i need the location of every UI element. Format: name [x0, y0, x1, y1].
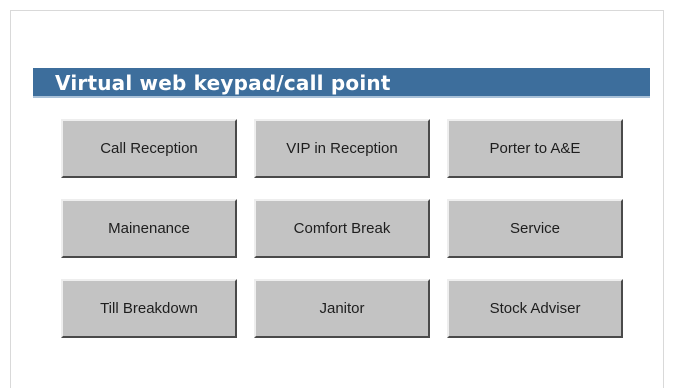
vip-in-reception-button[interactable]: VIP in Reception — [254, 119, 430, 178]
page-title: Virtual web keypad/call point — [55, 71, 391, 95]
till-breakdown-button[interactable]: Till Breakdown — [61, 279, 237, 338]
maintenance-button[interactable]: Mainenance — [61, 199, 237, 258]
janitor-button[interactable]: Janitor — [254, 279, 430, 338]
call-reception-button[interactable]: Call Reception — [61, 119, 237, 178]
title-bar: Virtual web keypad/call point — [33, 68, 650, 98]
stock-adviser-button[interactable]: Stock Adviser — [447, 279, 623, 338]
porter-to-ae-button[interactable]: Porter to A&E — [447, 119, 623, 178]
keypad-grid: Call Reception VIP in Reception Porter t… — [61, 119, 623, 339]
comfort-break-button[interactable]: Comfort Break — [254, 199, 430, 258]
service-button[interactable]: Service — [447, 199, 623, 258]
